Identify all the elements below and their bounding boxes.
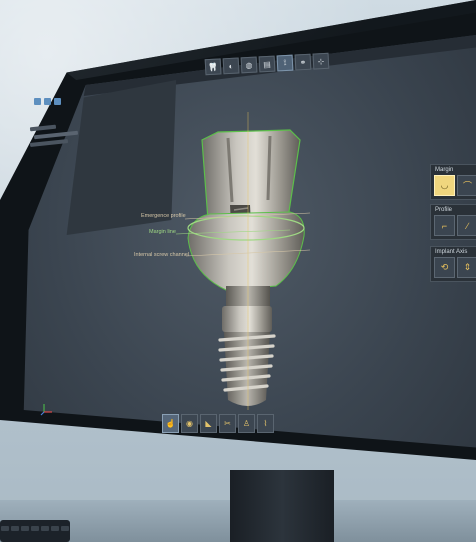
implant-axis-tool-group: Implant Axis ⟲ ⇕ bbox=[430, 246, 476, 282]
bottom-tool-0[interactable]: ☝ bbox=[162, 414, 179, 433]
callout-lines bbox=[175, 212, 311, 257]
margin-curve-icon: ◡ bbox=[440, 180, 449, 190]
profile-concave-icon: ⌐ bbox=[441, 220, 448, 231]
cut-icon: ✂ bbox=[224, 419, 231, 428]
sculpt-icon: ◉ bbox=[186, 419, 193, 428]
profile-group-title: Profile bbox=[435, 207, 453, 213]
margin-tool-group: Margin ◡ ⌒ bbox=[430, 164, 476, 200]
axis-move-button[interactable]: ⇕ bbox=[457, 257, 476, 278]
margin-shoulder-button[interactable]: ⌒ bbox=[457, 175, 476, 196]
bottom-tool-3[interactable]: ✂ bbox=[219, 414, 236, 433]
margin-leader bbox=[175, 229, 291, 235]
margin-shoulder-icon: ⌒ bbox=[462, 181, 472, 191]
axis-rotate-icon: ⟲ bbox=[440, 262, 449, 272]
screw-leader bbox=[185, 249, 311, 257]
select-icon: ☝ bbox=[165, 419, 176, 428]
bottom-tool-5[interactable]: ⌇ bbox=[257, 414, 274, 433]
bottom-tool-2[interactable]: ◣ bbox=[200, 414, 217, 433]
smooth-icon: ◣ bbox=[205, 419, 212, 428]
implant-axis-group-title: Implant Axis bbox=[435, 249, 468, 255]
edit-toolbar: ☝ ◉ ◣ ✂ ♙ ⌇ bbox=[162, 414, 274, 433]
measure-icon: ⌇ bbox=[263, 419, 268, 428]
tooth-icon: ♙ bbox=[242, 419, 251, 428]
profile-flat-button[interactable]: ∕ bbox=[457, 215, 476, 236]
profile-tool-group: Profile ⌐ ∕ bbox=[430, 204, 476, 240]
margin-group-title: Margin bbox=[435, 167, 454, 173]
callout-emergence-profile: Emergence profile bbox=[141, 213, 186, 219]
profile-concave-button[interactable]: ⌐ bbox=[434, 215, 455, 236]
emergence-leader bbox=[184, 212, 311, 220]
profile-flat-icon: ∕ bbox=[466, 220, 469, 231]
bottom-tool-4[interactable]: ♙ bbox=[238, 414, 255, 433]
axis-gizmo-icon bbox=[40, 404, 52, 416]
callout-screw-channel: Internal screw channel bbox=[134, 252, 190, 258]
axis-move-icon: ⇕ bbox=[463, 262, 472, 272]
margin-curve-button[interactable]: ◡ bbox=[434, 175, 455, 196]
bottom-tool-1[interactable]: ◉ bbox=[181, 414, 198, 433]
callout-margin-line: Margin line bbox=[149, 229, 176, 235]
axis-rotate-button[interactable]: ⟲ bbox=[434, 257, 455, 278]
